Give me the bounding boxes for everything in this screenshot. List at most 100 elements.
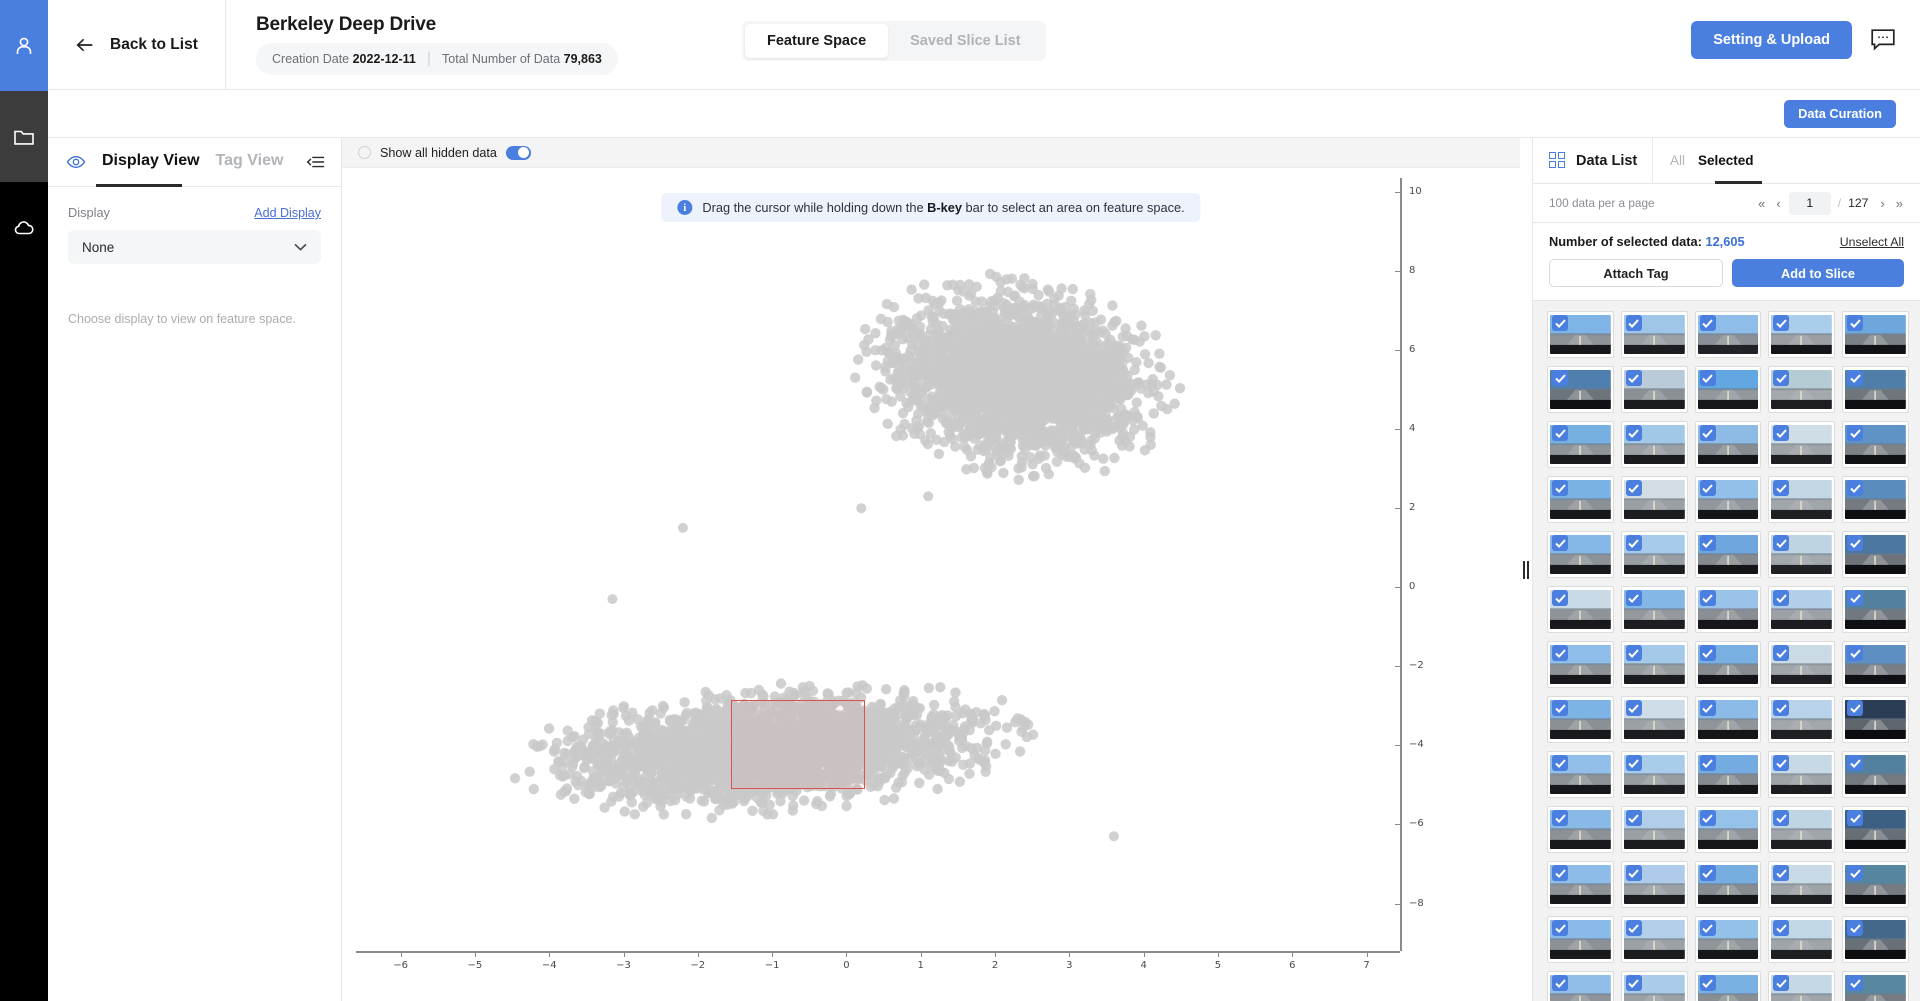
thumbnail-item[interactable] xyxy=(1842,641,1909,688)
thumbnail-checkbox[interactable] xyxy=(1699,480,1716,496)
thumbnail-item[interactable] xyxy=(1694,531,1762,578)
thumbnail-item[interactable] xyxy=(1842,366,1909,413)
thumbnail-checkbox[interactable] xyxy=(1773,370,1790,386)
prev-page-button[interactable]: ‹ xyxy=(1773,196,1783,211)
thumbnail-checkbox[interactable] xyxy=(1773,700,1790,716)
show-hidden-toggle[interactable] xyxy=(505,145,531,160)
thumbnail-checkbox[interactable] xyxy=(1552,315,1568,331)
thumbnail-checkbox[interactable] xyxy=(1773,590,1790,606)
tab-all[interactable]: All xyxy=(1670,153,1685,168)
thumbnail-item[interactable] xyxy=(1768,751,1836,798)
thumbnail-checkbox[interactable] xyxy=(1847,700,1864,716)
thumbnail-checkbox[interactable] xyxy=(1552,370,1568,386)
attach-tag-button[interactable]: Attach Tag xyxy=(1549,259,1723,287)
thumbnail-item[interactable] xyxy=(1620,531,1688,578)
thumbnail-checkbox[interactable] xyxy=(1773,425,1790,441)
thumbnail-item[interactable] xyxy=(1547,311,1614,358)
thumbnail-item[interactable] xyxy=(1694,641,1762,688)
thumbnail-checkbox[interactable] xyxy=(1773,755,1790,771)
display-select[interactable]: None xyxy=(68,230,321,264)
thumbnail-item[interactable] xyxy=(1694,421,1762,468)
thumbnail-item[interactable] xyxy=(1547,861,1614,908)
thumbnail-checkbox[interactable] xyxy=(1552,480,1568,496)
tab-feature-space[interactable]: Feature Space xyxy=(745,24,889,58)
thumbnail-checkbox[interactable] xyxy=(1552,865,1568,881)
thumbnail-item[interactable] xyxy=(1694,971,1762,1001)
thumbnail-checkbox[interactable] xyxy=(1625,755,1642,771)
thumbnail-checkbox[interactable] xyxy=(1552,645,1568,661)
thumbnail-checkbox[interactable] xyxy=(1625,425,1642,441)
thumbnail-checkbox[interactable] xyxy=(1847,315,1864,331)
thumbnail-item[interactable] xyxy=(1620,806,1688,853)
thumbnail-checkbox[interactable] xyxy=(1552,920,1568,936)
thumbnail-item[interactable] xyxy=(1694,806,1762,853)
thumbnail-checkbox[interactable] xyxy=(1847,590,1864,606)
thumbnail-checkbox[interactable] xyxy=(1847,920,1864,936)
thumbnail-item[interactable] xyxy=(1768,641,1836,688)
thumbnail-item[interactable] xyxy=(1842,531,1909,578)
tab-selected[interactable]: Selected xyxy=(1698,153,1754,168)
thumbnail-item[interactable] xyxy=(1694,751,1762,798)
thumbnail-item[interactable] xyxy=(1842,421,1909,468)
next-page-button[interactable]: › xyxy=(1877,196,1887,211)
data-curation-button[interactable]: Data Curation xyxy=(1784,99,1896,128)
thumbnail-item[interactable] xyxy=(1768,916,1836,963)
thumbnail-checkbox[interactable] xyxy=(1625,315,1642,331)
thumbnail-checkbox[interactable] xyxy=(1699,590,1716,606)
thumbnail-item[interactable] xyxy=(1768,311,1836,358)
thumbnail-item[interactable] xyxy=(1620,916,1688,963)
thumbnail-item[interactable] xyxy=(1768,861,1836,908)
thumbnail-item[interactable] xyxy=(1620,421,1688,468)
feature-space-plot[interactable]: i Drag the cursor while holding down the… xyxy=(342,168,1520,1001)
thumbnail-checkbox[interactable] xyxy=(1773,480,1790,496)
thumbnail-checkbox[interactable] xyxy=(1773,315,1790,331)
thumbnail-checkbox[interactable] xyxy=(1699,975,1716,991)
thumbnail-item[interactable] xyxy=(1547,751,1614,798)
thumbnail-checkbox[interactable] xyxy=(1847,810,1864,826)
thumbnail-checkbox[interactable] xyxy=(1625,480,1642,496)
thumbnail-item[interactable] xyxy=(1768,531,1836,578)
thumbnail-item[interactable] xyxy=(1547,586,1614,633)
thumbnail-checkbox[interactable] xyxy=(1699,700,1716,716)
thumbnail-item[interactable] xyxy=(1842,696,1909,743)
thumbnail-item[interactable] xyxy=(1842,311,1909,358)
setting-upload-button[interactable]: Setting & Upload xyxy=(1691,21,1852,59)
thumbnail-checkbox[interactable] xyxy=(1552,590,1568,606)
thumbnail-checkbox[interactable] xyxy=(1847,865,1864,881)
thumbnail-item[interactable] xyxy=(1842,861,1909,908)
rail-item-projects[interactable] xyxy=(0,91,48,182)
thumbnail-item[interactable] xyxy=(1620,366,1688,413)
thumbnail-checkbox[interactable] xyxy=(1847,535,1864,551)
thumbnail-item[interactable] xyxy=(1547,531,1614,578)
thumbnail-checkbox[interactable] xyxy=(1773,865,1790,881)
thumbnail-checkbox[interactable] xyxy=(1699,865,1716,881)
thumbnail-checkbox[interactable] xyxy=(1552,975,1568,991)
thumbnail-checkbox[interactable] xyxy=(1625,865,1642,881)
thumbnail-item[interactable] xyxy=(1547,696,1614,743)
thumbnail-item[interactable] xyxy=(1694,476,1762,523)
thumbnail-item[interactable] xyxy=(1694,586,1762,633)
thumbnail-item[interactable] xyxy=(1547,366,1614,413)
thumbnail-item[interactable] xyxy=(1842,971,1909,1001)
thumbnail-item[interactable] xyxy=(1547,971,1614,1001)
tab-saved-slice-list[interactable]: Saved Slice List xyxy=(888,24,1042,58)
thumbnail-checkbox[interactable] xyxy=(1699,425,1716,441)
thumbnail-checkbox[interactable] xyxy=(1847,425,1864,441)
thumbnail-checkbox[interactable] xyxy=(1699,535,1716,551)
panel-resize-handle[interactable] xyxy=(1520,138,1532,1001)
thumbnail-item[interactable] xyxy=(1620,696,1688,743)
thumbnail-item[interactable] xyxy=(1547,806,1614,853)
add-to-slice-button[interactable]: Add to Slice xyxy=(1732,259,1904,287)
rail-item-cloud[interactable] xyxy=(0,182,48,273)
tab-tag-view[interactable]: Tag View xyxy=(216,152,284,172)
thumbnail-item[interactable] xyxy=(1768,366,1836,413)
thumbnail-item[interactable] xyxy=(1694,366,1762,413)
thumbnail-item[interactable] xyxy=(1620,586,1688,633)
thumbnail-checkbox[interactable] xyxy=(1847,645,1864,661)
thumbnail-item[interactable] xyxy=(1768,696,1836,743)
thumbnail-item[interactable] xyxy=(1842,586,1909,633)
thumbnail-checkbox[interactable] xyxy=(1847,755,1864,771)
thumbnail-item[interactable] xyxy=(1620,476,1688,523)
thumbnail-item[interactable] xyxy=(1768,476,1836,523)
thumbnail-checkbox[interactable] xyxy=(1625,535,1642,551)
